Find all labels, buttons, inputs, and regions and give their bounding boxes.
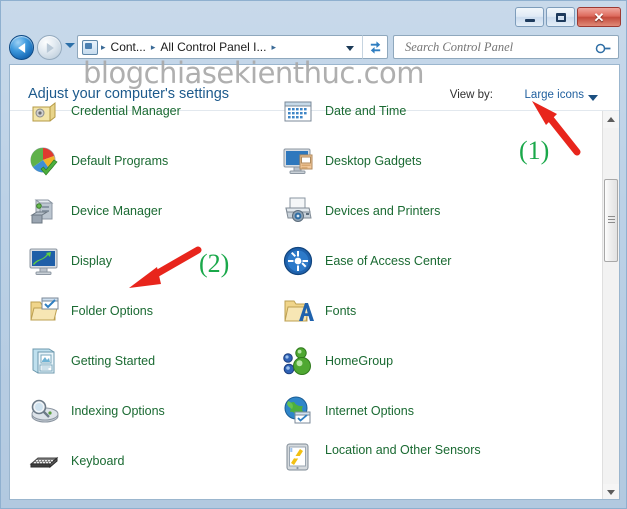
window-controls: ✕	[515, 7, 621, 27]
close-button[interactable]: ✕	[577, 7, 621, 27]
item-date-and-time[interactable]: Date and Time	[282, 95, 406, 135]
desktop-gadgets-icon	[282, 145, 314, 177]
item-location-and-other-sensors[interactable]: Location and Other Sensors	[282, 441, 481, 481]
default-programs-icon	[28, 145, 60, 177]
item-display[interactable]: Display	[28, 245, 112, 285]
minimize-button[interactable]	[515, 7, 544, 27]
item-credential-manager[interactable]: Credential Manager	[28, 95, 181, 135]
breadcrumb-separator[interactable]: ▸	[148, 42, 159, 53]
folder-options-icon	[28, 295, 60, 327]
scrollbar-thumb[interactable]	[604, 179, 618, 262]
chevron-down-icon[interactable]	[588, 95, 598, 101]
credential-manager-icon	[28, 95, 60, 127]
search-icon[interactable]	[592, 38, 613, 59]
annotation-label-2: (2)	[199, 249, 230, 278]
maximize-icon	[555, 12, 566, 22]
item-label: Folder Options	[71, 304, 153, 318]
item-fonts[interactable]: Fonts	[282, 295, 356, 335]
item-desktop-gadgets[interactable]: Desktop Gadgets	[282, 145, 422, 185]
content-area: Adjust your computer's settings View by:…	[9, 64, 620, 500]
keyboard-icon	[28, 445, 60, 477]
item-getting-started[interactable]: Getting Started	[28, 345, 155, 385]
display-icon	[28, 245, 60, 277]
ease-of-access-center-icon	[282, 245, 314, 277]
scrollbar-grip-icon	[608, 216, 615, 223]
item-label: Device Manager	[71, 204, 163, 218]
refresh-icon	[370, 40, 380, 54]
item-indexing-options[interactable]: Indexing Options	[28, 395, 165, 435]
breadcrumb-item-all-items[interactable]: All Control Panel I...	[158, 40, 268, 54]
control-panel-icon	[82, 39, 98, 55]
internet-options-icon	[282, 395, 314, 427]
breadcrumb-item-control-panel[interactable]: Cont...	[109, 40, 148, 54]
item-default-programs[interactable]: Default Programs	[28, 145, 168, 185]
view-by-label: View by:	[449, 89, 493, 101]
search-box[interactable]	[393, 35, 619, 59]
forward-arrow-icon	[46, 42, 54, 53]
item-label: Default Programs	[71, 154, 169, 168]
search-input[interactable]	[403, 38, 593, 56]
item-keyboard[interactable]: Keyboard	[28, 445, 125, 485]
item-label: Internet Options	[325, 404, 414, 418]
back-button[interactable]	[9, 35, 34, 60]
item-internet-options[interactable]: Internet Options	[282, 395, 414, 435]
item-label: Ease of Access Center	[325, 254, 452, 268]
close-icon: ✕	[593, 9, 605, 25]
minimize-icon	[524, 18, 535, 22]
chevron-down-icon	[607, 490, 615, 495]
item-devices-and-printers[interactable]: Devices and Printers	[282, 195, 440, 235]
item-label: Indexing Options	[71, 404, 165, 418]
item-label: Getting Started	[71, 354, 156, 368]
item-ease-of-access-center[interactable]: Ease of Access Center	[282, 245, 451, 285]
title-bar: ✕	[1, 1, 626, 34]
scroll-down-button[interactable]	[603, 484, 619, 499]
location-sensors-icon	[282, 441, 314, 473]
watermark-text: blogchiasekienthuc.com	[83, 56, 425, 90]
fonts-icon	[282, 295, 314, 327]
item-device-manager[interactable]: Device Manager	[28, 195, 162, 235]
maximize-button[interactable]	[546, 7, 575, 27]
item-label: Location and Other Sensors	[325, 443, 481, 457]
forward-button[interactable]	[37, 35, 62, 60]
item-label: Date and Time	[325, 104, 407, 118]
view-by-dropdown[interactable]: Large icons	[525, 89, 584, 101]
item-label: Display	[71, 254, 112, 268]
indexing-options-icon	[28, 395, 60, 427]
item-folder-options[interactable]: Folder Options	[28, 295, 153, 335]
item-homegroup[interactable]: HomeGroup	[282, 345, 393, 385]
item-label: HomeGroup	[325, 354, 394, 368]
recent-pages-button[interactable]	[65, 43, 75, 48]
breadcrumb-separator: ▸	[101, 41, 106, 52]
chevron-up-icon	[607, 117, 615, 122]
getting-started-icon	[28, 345, 60, 377]
devices-and-printers-icon	[282, 195, 314, 227]
scroll-up-button[interactable]	[603, 111, 619, 128]
address-dropdown-icon[interactable]	[346, 46, 354, 51]
breadcrumb-separator[interactable]: ▸	[268, 42, 279, 53]
date-and-time-icon	[282, 95, 314, 127]
item-label: Devices and Printers	[325, 204, 441, 218]
item-label: Desktop Gadgets	[325, 154, 422, 168]
vertical-scrollbar[interactable]	[602, 111, 619, 499]
control-panel-items: Credential Manager Default Programs Devi…	[10, 101, 601, 499]
control-panel-window: ✕ ▸ Cont... ▸ All Control Panel I... ▸ S…	[0, 0, 627, 509]
homegroup-icon	[282, 345, 314, 377]
item-label: Keyboard	[71, 454, 125, 468]
item-label: Fonts	[325, 304, 357, 318]
annotation-label-1: (1)	[519, 136, 550, 165]
device-manager-icon	[28, 195, 60, 227]
item-label: Credential Manager	[71, 104, 181, 118]
back-arrow-icon	[17, 42, 25, 53]
